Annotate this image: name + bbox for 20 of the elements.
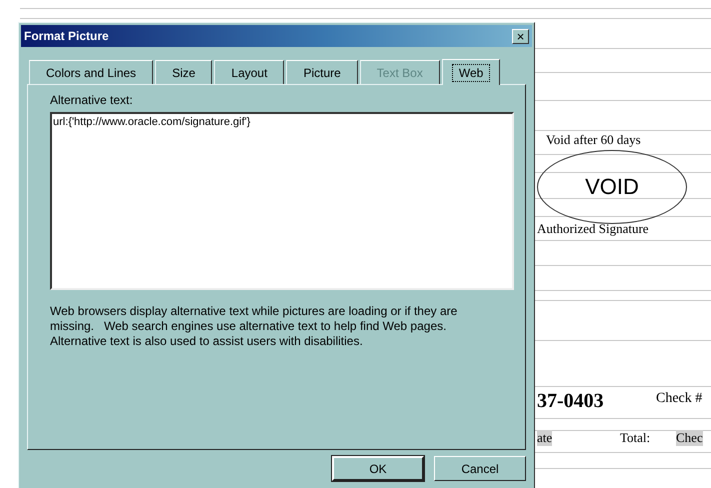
phone-number: 37-0403 — [537, 390, 604, 413]
tab[interactable]: Web — [442, 59, 500, 85]
void-note: Void after 60 days — [546, 132, 641, 148]
table-cell: Total: — [620, 430, 650, 446]
close-button[interactable]: × — [512, 28, 529, 44]
table-cell: ate — [537, 430, 552, 446]
tab[interactable]: Size — [155, 60, 212, 84]
dialog-button[interactable]: Cancel — [434, 456, 526, 481]
window-title: Format Picture — [24, 29, 109, 43]
tab[interactable]: Colors and Lines — [29, 60, 154, 84]
tab[interactable]: Picture — [286, 60, 358, 84]
input-field[interactable]: url:{'http://www.oracle.com/signature.gif'} — [50, 112, 514, 290]
table-cell: Chec — [676, 430, 703, 446]
check-label: Check # — [656, 391, 702, 407]
void-stamp: VOID — [537, 150, 687, 224]
signature-label: Authorized Signature — [537, 221, 649, 237]
description: Web browsers display alternative text while pictures are loading or if they are missing. Web search engines use alternative text to help find Web pages. Alternative text is also used to assist users with disabilities. — [50, 304, 458, 349]
dialog-button[interactable]: OK — [332, 456, 424, 481]
field-label: Alternative text: — [50, 93, 134, 107]
tab[interactable]: Layout — [214, 60, 284, 84]
